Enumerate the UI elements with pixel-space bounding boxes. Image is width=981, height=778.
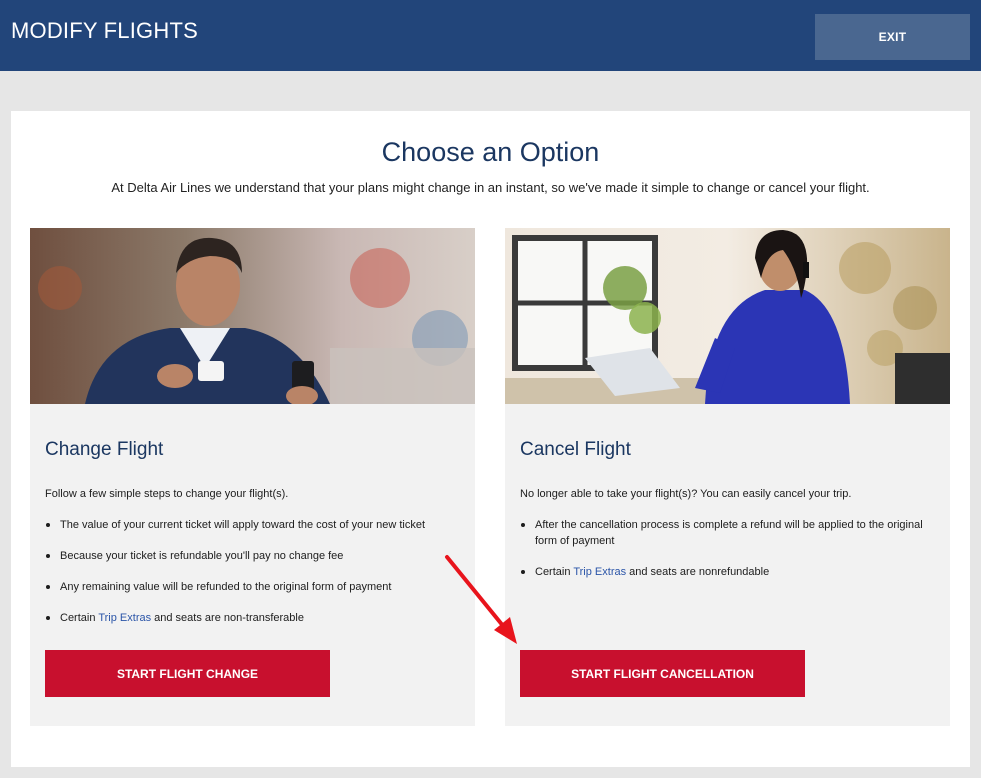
options-subtitle: At Delta Air Lines we understand that yo… <box>111 180 870 195</box>
bullet-icon <box>521 523 525 527</box>
bullet-text: After the cancellation process is comple… <box>535 519 923 547</box>
woman-on-phone-photo <box>505 228 950 404</box>
bullet-icon <box>46 554 50 558</box>
list-item: After the cancellation process is comple… <box>520 517 930 549</box>
bullet-text: you'll pay no change fee <box>222 550 344 562</box>
start-flight-change-button[interactable]: START FLIGHT CHANGE <box>45 650 330 697</box>
cancel-flight-title: Cancel Flight <box>520 439 631 460</box>
list-item: Any remaining value will be refunded to … <box>45 579 455 595</box>
exit-button[interactable]: EXIT <box>815 14 970 60</box>
bullet-icon <box>46 523 50 527</box>
bullet-text: The value of your current ticket will ap… <box>60 519 425 531</box>
bullet-text: Certain <box>535 566 574 578</box>
annotation-arrow-icon <box>445 555 517 644</box>
non-transferable-text: non-transferable <box>223 612 304 624</box>
bullet-text: and seats are <box>151 612 224 624</box>
change-flight-card: Change Flight Follow a few simple steps … <box>30 228 475 726</box>
cancel-flight-intro: No longer able to take your flight(s)? Y… <box>520 488 852 500</box>
bullet-text: and seats are <box>626 566 699 578</box>
options-panel: Choose an Option At Delta Air Lines we u… <box>11 111 970 767</box>
change-flight-intro: Follow a few simple steps to change your… <box>45 488 289 500</box>
bullet-text: Because your ticket is <box>60 550 171 562</box>
bullet-text: Certain <box>60 612 99 624</box>
bullet-icon <box>46 585 50 589</box>
list-item: Certain Trip Extras and seats are nonref… <box>520 564 930 580</box>
trip-extras-link[interactable]: Trip Extras <box>98 612 151 624</box>
bullet-text: Any remaining value will be refunded to … <box>60 581 392 593</box>
options-heading: Choose an Option <box>381 137 600 167</box>
nonrefundable-text: nonrefundable <box>698 566 770 578</box>
page-title: MODIFY FLIGHTS <box>11 18 198 43</box>
list-item: The value of your current ticket will ap… <box>45 517 455 533</box>
trip-extras-link[interactable]: Trip Extras <box>573 566 626 578</box>
change-flight-bullets: The value of your current ticket will ap… <box>45 517 455 641</box>
start-flight-cancellation-button[interactable]: START FLIGHT CANCELLATION <box>520 650 805 697</box>
list-item: Certain Trip Extras and seats are non-tr… <box>45 610 455 626</box>
cancel-flight-card: Cancel Flight No longer able to take you… <box>505 228 950 726</box>
change-flight-title: Change Flight <box>45 439 164 460</box>
cancel-flight-bullets: After the cancellation process is comple… <box>520 517 930 595</box>
list-item: Because your ticket is refundable you'll… <box>45 548 455 564</box>
businessman-coffee-photo <box>30 228 475 404</box>
top-bar: MODIFY FLIGHTS EXIT <box>0 0 981 71</box>
bullet-icon <box>46 616 50 620</box>
refundable-text: refundable <box>170 550 223 562</box>
